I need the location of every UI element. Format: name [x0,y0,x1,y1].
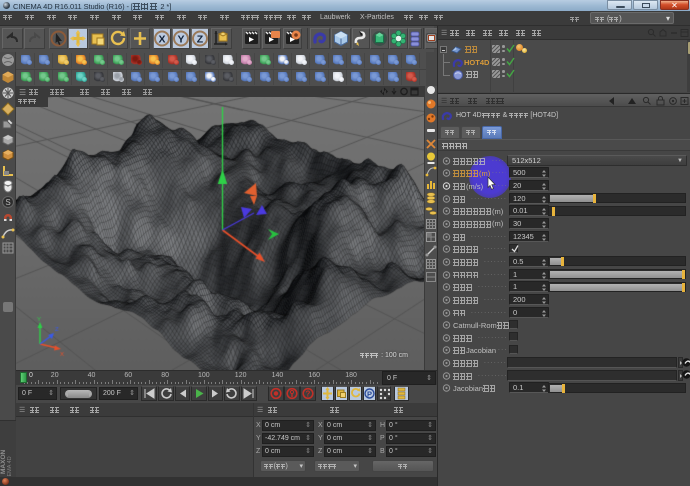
svg-text:P: P [367,390,372,399]
svg-text:Y: Y [177,34,184,46]
svg-text:X: X [158,34,165,46]
svg-text:S: S [5,198,10,207]
svg-text:?: ? [306,390,311,399]
svg-text:Z: Z [197,34,204,46]
